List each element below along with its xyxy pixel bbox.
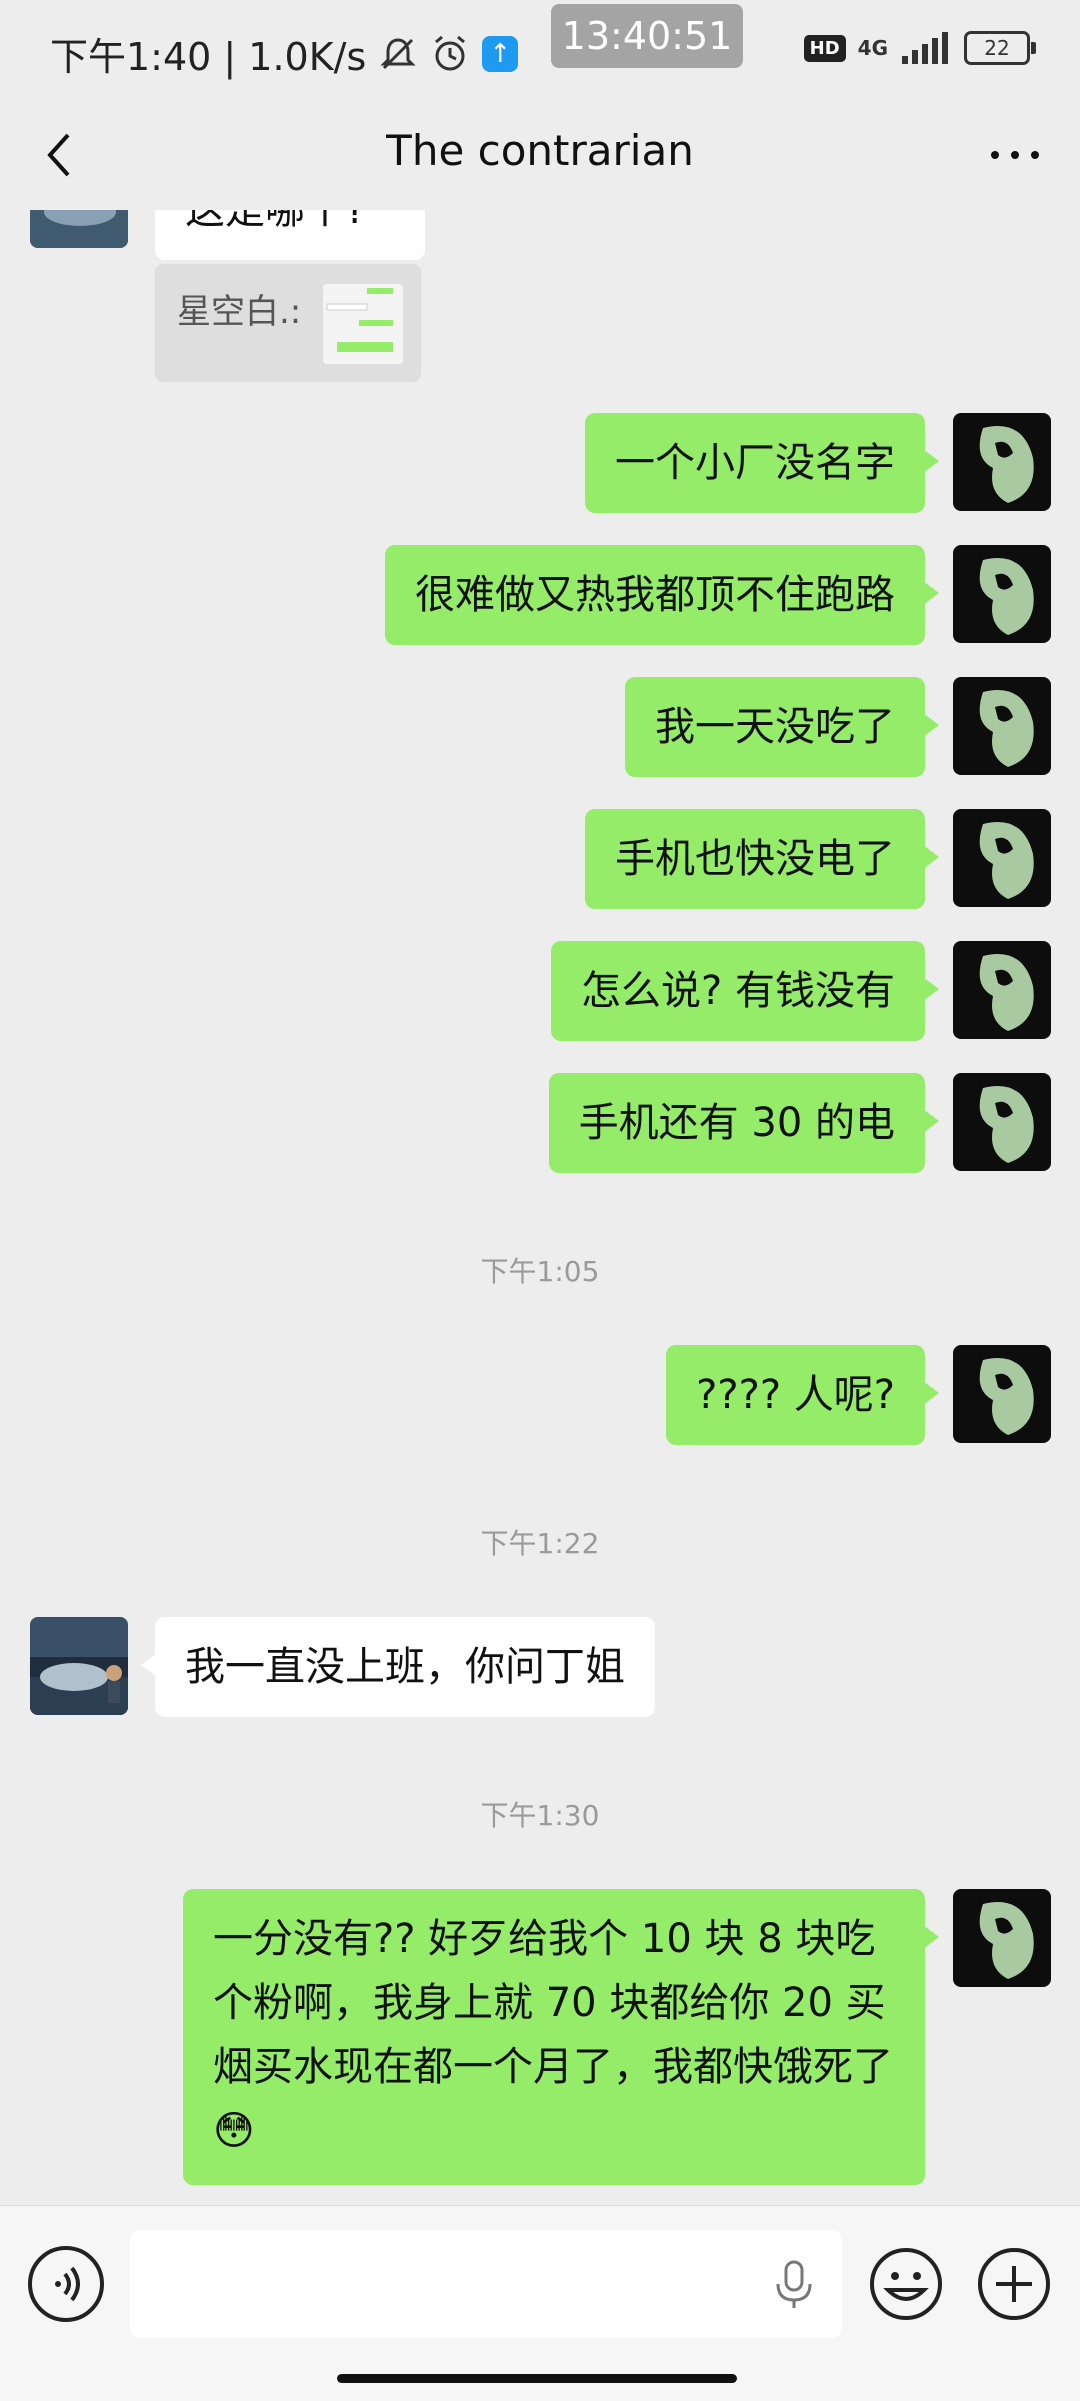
message-text: ???? 人呢? [696,1372,895,1418]
microphone-icon[interactable] [772,2258,816,2312]
message-timestamp: 下午1:30 [480,1799,600,1832]
network-label: 4G [857,36,888,60]
more-options-icon[interactable] [980,125,1050,185]
message-outgoing[interactable]: 怎么说? 有钱没有 [551,941,939,1041]
quoted-message[interactable]: 星空白.: [155,264,421,382]
message-text: 我一天没吃了 [655,704,895,750]
message-incoming[interactable]: 我一直没上班，你问丁姐 [141,1617,655,1717]
message-outgoing[interactable]: 一分没有?? 好歹给我个 10 块 8 块吃个粉啊，我身上就 70 块都给你 2… [183,1889,939,2185]
mute-bell-icon [380,37,416,69]
voice-icon [55,2266,80,2302]
contact-avatar[interactable] [30,1617,128,1715]
message-outgoing[interactable]: 手机也快没电了 [585,809,939,909]
hd-badge: HD [803,34,846,62]
message-outgoing[interactable]: 一个小厂没名字 [585,413,939,513]
flushed-face-emoji: 😳 [213,2108,255,2154]
quoted-screenshot-thumbnail[interactable] [323,284,403,364]
status-bar: 下午1:40 | 1.0K/s ↑ 13:40:51 HD 4G 22 [0,0,1080,100]
emoji-icon[interactable] [868,2246,944,2322]
message-timestamp: 下午1:22 [480,1527,600,1560]
upload-icon: ↑ [482,35,519,72]
chat-header: The contrarian [0,100,1080,210]
message-text: 我一直没上班，你问丁姐 [185,1644,625,1690]
my-avatar[interactable] [953,677,1051,775]
voice-input-button[interactable] [28,2246,104,2322]
message-input[interactable] [130,2230,842,2338]
message-text: 怎么说? 有钱没有 [581,968,895,1014]
quote-sender-label: 星空白.: [177,292,302,332]
my-avatar[interactable] [953,545,1051,643]
plus-icon[interactable] [976,2246,1052,2322]
message-text: 很难做又热我都顶不住跑路 [415,572,895,618]
message-outgoing[interactable]: 手机还有 30 的电 [548,1073,940,1173]
message-outgoing[interactable]: ???? 人呢? [666,1345,939,1445]
message-text: 一个小厂没名字 [615,440,895,486]
message-text: 手机还有 30 的电 [578,1100,895,1146]
my-avatar[interactable] [953,1073,1051,1171]
message-outgoing[interactable]: 很难做又热我都顶不住跑路 [385,545,939,645]
clock-overlay: 13:40:51 [551,4,743,68]
status-time-speed: 下午1:40 | 1.0K/s [50,35,367,79]
chat-title: The contrarian [386,126,694,175]
my-avatar[interactable] [953,941,1051,1039]
message-list[interactable]: 这是哪个? 星空白.: 一个小厂没名字 很难做又热我都顶不住跑路 我一天没吃了 … [0,210,1080,2205]
message-timestamp: 下午1:05 [480,1255,600,1288]
alarm-icon [435,35,466,70]
my-avatar[interactable] [953,413,1051,511]
battery-indicator: 22 [964,31,1036,65]
input-bar [0,2205,1080,2401]
message-text: 一分没有?? 好歹给我个 10 块 8 块吃个粉啊，我身上就 70 块都给你 2… [213,1916,893,2090]
contact-avatar[interactable] [30,210,128,248]
my-avatar[interactable] [953,1889,1051,1987]
message-text: 这是哪个? [185,210,367,233]
message-text: 手机也快没电了 [615,836,895,882]
message-incoming[interactable]: 这是哪个? [155,210,425,260]
my-avatar[interactable] [953,809,1051,907]
message-outgoing[interactable]: 我一天没吃了 [625,677,939,777]
my-avatar[interactable] [953,1345,1051,1443]
home-indicator[interactable] [337,2374,737,2383]
signal-icon [902,32,948,64]
